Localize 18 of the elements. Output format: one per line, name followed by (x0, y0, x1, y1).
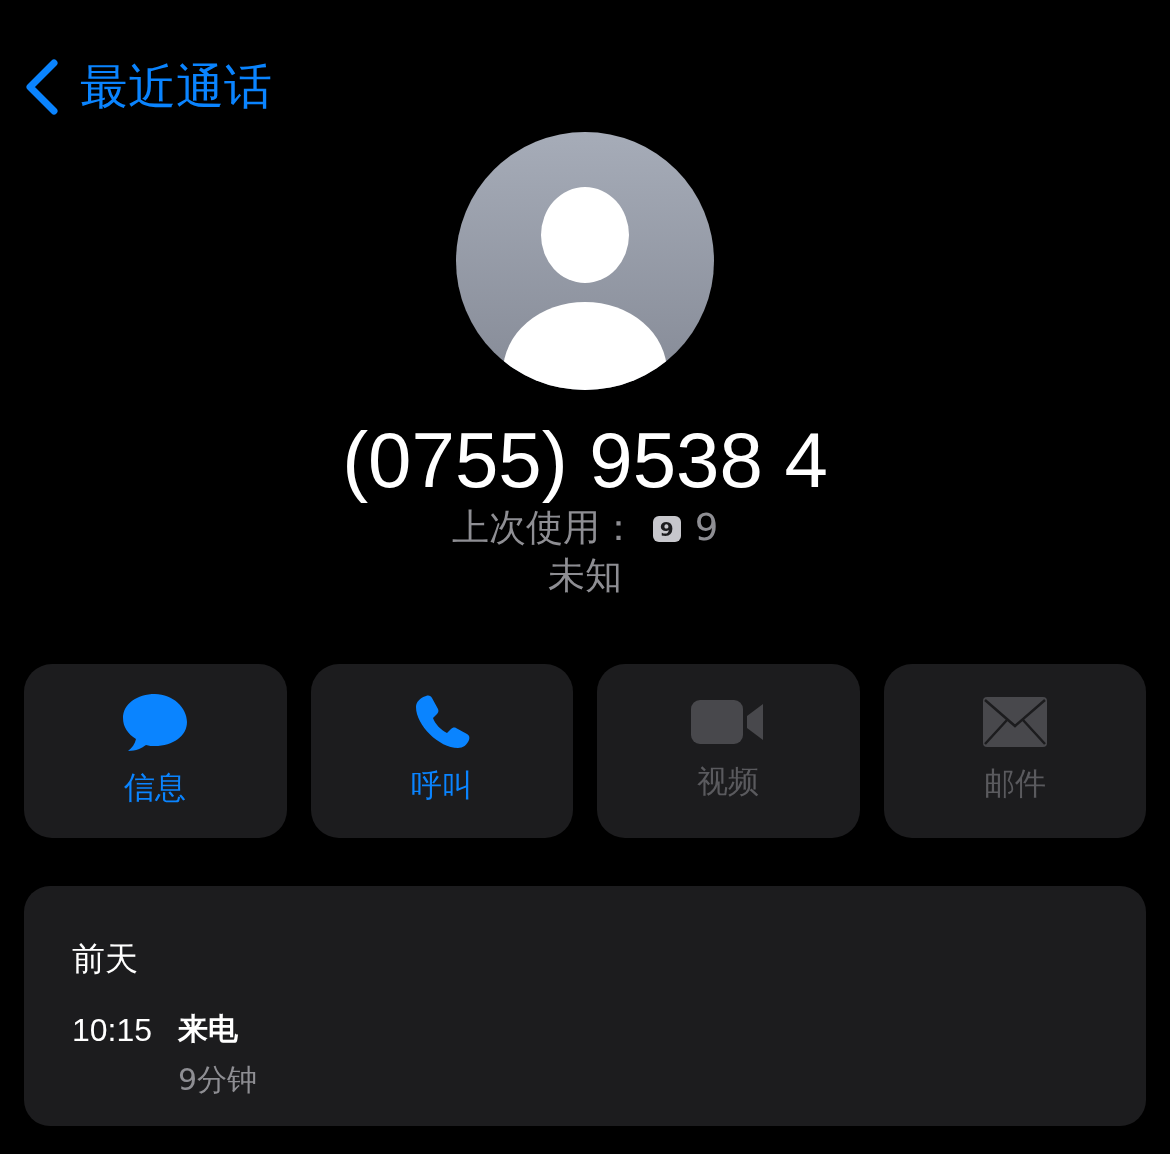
back-button[interactable]: 最近通话 (24, 58, 272, 116)
chevron-left-icon (24, 58, 58, 115)
call-type: 来电 (178, 1010, 239, 1049)
location-label: 未知 (548, 553, 622, 597)
envelope-icon (981, 695, 1048, 748)
date-label: 前天 (72, 937, 139, 980)
call-time: 10:15 (72, 1011, 154, 1051)
chat-bubble-icon (121, 691, 190, 752)
action-button[interactable]: 呼叫 (310, 663, 573, 838)
last-used-label: 上次使用： (451, 505, 637, 549)
video-camera-icon (691, 697, 766, 746)
sim-name: 9 (694, 505, 719, 549)
phone-number: (0755) 9538 4 (341, 417, 829, 504)
phone-icon (413, 693, 470, 750)
sim-badge: 9 (652, 516, 681, 543)
avatar-icon (456, 131, 714, 390)
call-duration: 9分钟 (178, 1061, 259, 1100)
action-button[interactable]: 信息 (24, 663, 287, 838)
